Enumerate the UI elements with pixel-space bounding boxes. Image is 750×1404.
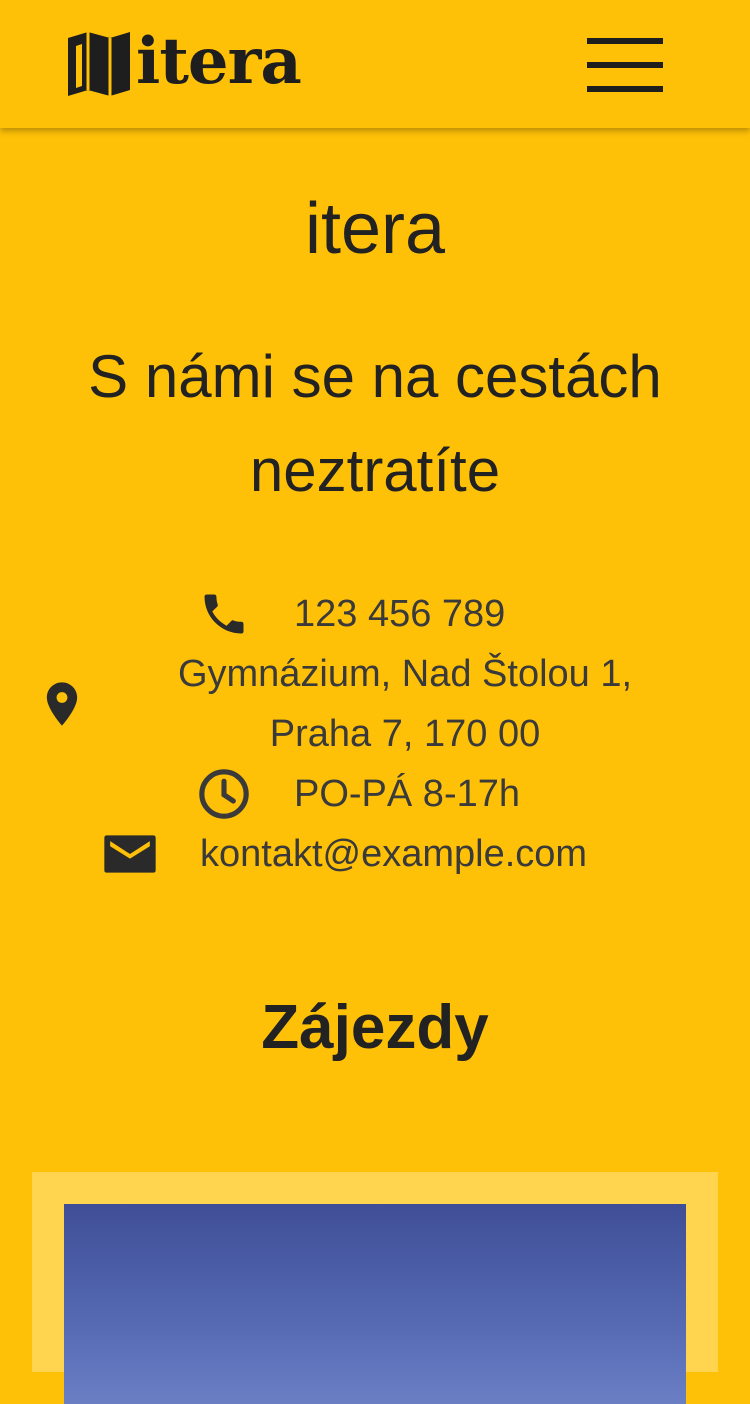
address-line-1: Gymnázium, Nad Štolou 1, [177,653,633,695]
contact-address[interactable]: Gymnázium, Nad Štolou 1, Praha 7, 170 00 [150,644,660,764]
section-title-trips: Zájezdy [261,993,489,1062]
phone-number: 123 456 789 [294,593,506,635]
hamburger-menu-icon[interactable] [584,36,666,94]
contact-hours: PO-PÁ 8-17h [0,764,750,824]
page-title: itera [304,189,446,269]
clock-icon [199,769,249,819]
location-pin-icon [46,682,78,726]
map-logo-icon [68,32,130,96]
logo-text: itera [136,24,302,99]
contact-phone[interactable]: 123 456 789 [0,584,750,644]
trip-card[interactable] [32,1172,718,1404]
phone-icon [204,594,244,634]
top-app-bar: itera [0,0,750,128]
tagline: S námi se na cestách neztratíte [88,343,662,504]
address-line-2: Praha 7, 170 00 [269,713,541,755]
site-logo[interactable]: itera [64,24,302,100]
trip-card-image[interactable] [64,1204,686,1404]
contact-email[interactable]: kontakt@example.com [0,824,750,884]
opening-hours: PO-PÁ 8-17h [294,773,520,815]
email-link[interactable]: kontakt@example.com [200,824,587,884]
mail-icon [104,835,156,873]
